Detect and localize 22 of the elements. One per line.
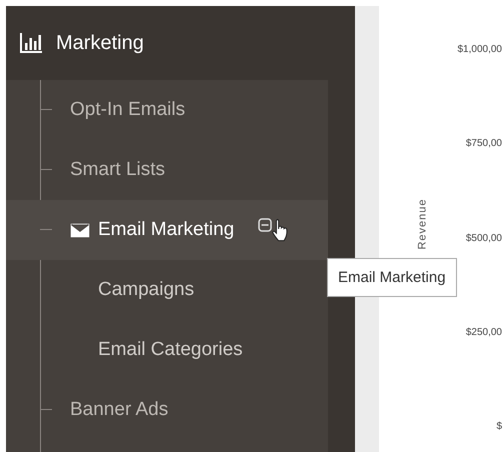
axis-title: Revenue bbox=[417, 198, 429, 250]
menu-label: Smart Lists bbox=[70, 159, 166, 181]
menu-item[interactable]: Smart Lists bbox=[6, 140, 328, 200]
hand-cursor-icon bbox=[272, 218, 290, 242]
menu-item[interactable]: Email Marketing bbox=[6, 200, 328, 260]
axis-tick-label: $250,00 bbox=[466, 326, 502, 338]
tooltip: Email Marketing bbox=[327, 258, 457, 297]
collapse-icon[interactable] bbox=[258, 218, 272, 232]
menu-label: Opt-In Emails bbox=[70, 99, 186, 121]
submenu-item[interactable]: Campaigns bbox=[98, 279, 194, 301]
bar-chart-icon bbox=[20, 33, 42, 53]
menu-title[interactable]: Marketing bbox=[56, 32, 144, 54]
axis-tick-label: $500,00 bbox=[466, 232, 502, 244]
envelope-icon bbox=[70, 222, 90, 238]
axis-tick-label: $750,00 bbox=[466, 138, 502, 150]
axis-tick-label: $1,000,00 bbox=[458, 44, 502, 55]
menu-label: Email Marketing bbox=[98, 219, 234, 241]
submenu-item[interactable]: Email Categories bbox=[98, 339, 243, 361]
axis-tick-label: $ bbox=[496, 421, 502, 432]
menu-item[interactable]: Banner Ads bbox=[6, 380, 328, 440]
menu-item[interactable]: Opt-In Emails bbox=[6, 80, 328, 140]
menu-label: Banner Ads bbox=[70, 399, 168, 421]
